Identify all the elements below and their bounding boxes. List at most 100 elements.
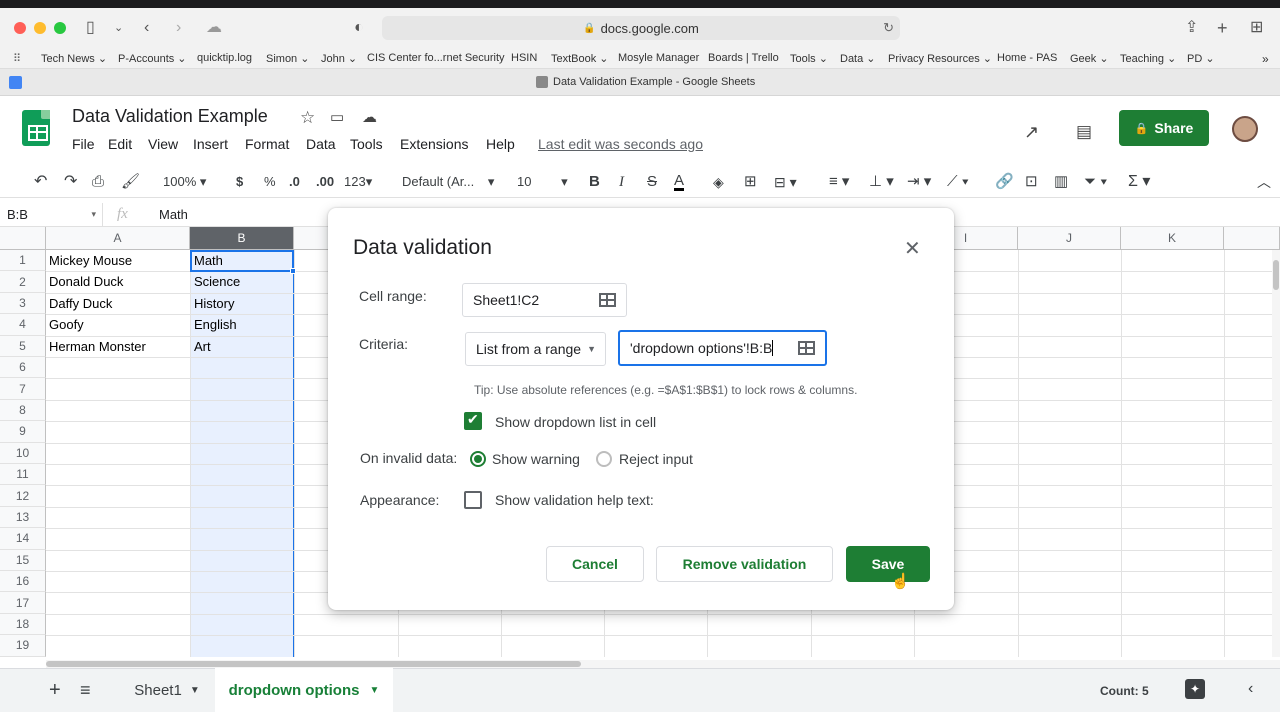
- row-header[interactable]: 17: [0, 592, 46, 614]
- vertical-scrollbar[interactable]: [1272, 250, 1280, 657]
- fill-color-icon[interactable]: ◈: [713, 174, 724, 190]
- show-dropdown-checkbox[interactable]: ✔: [464, 411, 482, 430]
- bookmark-item[interactable]: TextBook ⌄: [551, 52, 609, 65]
- cloud-icon[interactable]: ☁: [206, 18, 222, 38]
- number-format-select[interactable]: 123▾: [344, 174, 372, 190]
- column-header[interactable]: A: [46, 227, 190, 250]
- redo-icon[interactable]: ↷: [64, 174, 77, 190]
- cell-b1[interactable]: Math: [194, 250, 223, 271]
- new-tab-icon[interactable]: +: [1217, 18, 1228, 38]
- fill-handle[interactable]: [290, 268, 296, 274]
- vertical-scrollbar-thumb[interactable]: [1273, 260, 1279, 290]
- share-button[interactable]: 🔒 Share: [1119, 110, 1209, 146]
- borders-icon[interactable]: ⊞: [744, 174, 757, 190]
- criteria-range-input[interactable]: 'dropdown options'!B:B: [618, 330, 827, 366]
- font-select[interactable]: Default (Ar... ▾: [402, 174, 494, 190]
- menu-insert[interactable]: Insert: [193, 136, 228, 152]
- column-header-selected[interactable]: B: [190, 227, 294, 250]
- text-rotation-icon[interactable]: ⟋ ▾: [947, 174, 969, 190]
- cloud-status-icon[interactable]: ☁: [362, 108, 377, 126]
- star-icon[interactable]: ☆: [300, 108, 315, 128]
- remove-validation-button[interactable]: Remove validation: [656, 546, 833, 582]
- save-button[interactable]: Save: [846, 546, 930, 582]
- menu-view[interactable]: View: [148, 136, 178, 152]
- cell-b5[interactable]: Art: [194, 336, 211, 357]
- trend-icon[interactable]: ↗: [1024, 122, 1039, 143]
- percent-button[interactable]: %: [264, 174, 276, 190]
- cell-range-field[interactable]: Sheet1!C2: [462, 283, 627, 317]
- bookmark-item[interactable]: Boards | Trello: [708, 52, 779, 64]
- cell-a4[interactable]: Goofy: [49, 314, 84, 335]
- bookmark-item[interactable]: CIS Center fo...rnet Security: [367, 52, 505, 64]
- bookmark-item[interactable]: Geek ⌄: [1070, 52, 1109, 65]
- sheet-tab-dropdown-options[interactable]: dropdown options ▼: [215, 668, 393, 712]
- bold-button[interactable]: B: [589, 174, 600, 190]
- collapse-toolbar-icon[interactable]: ︿: [1257, 174, 1271, 190]
- italic-button[interactable]: I: [619, 174, 624, 190]
- strikethrough-button[interactable]: S: [647, 174, 657, 190]
- horizontal-scrollbar[interactable]: [46, 660, 1280, 668]
- last-edit-link[interactable]: Last edit was seconds ago: [538, 136, 703, 152]
- row-header[interactable]: 16: [0, 571, 46, 593]
- undo-icon[interactable]: ↶: [34, 174, 47, 190]
- bookmark-item[interactable]: quicktip.log: [197, 52, 252, 64]
- collapse-side-panel-icon[interactable]: ‹: [1248, 680, 1253, 698]
- back-icon[interactable]: ‹: [144, 18, 149, 38]
- chevron-down-icon[interactable]: ⌄: [114, 18, 123, 38]
- select-range-icon[interactable]: [599, 293, 616, 307]
- row-header[interactable]: 11: [0, 464, 46, 486]
- menu-data[interactable]: Data: [306, 136, 336, 152]
- url-bar[interactable]: 🔒 docs.google.com ↻: [382, 16, 900, 40]
- bookmark-item[interactable]: Privacy Resources ⌄: [888, 52, 992, 65]
- bookmark-item[interactable]: HSIN: [511, 52, 537, 64]
- row-header[interactable]: 10: [0, 442, 46, 464]
- currency-button[interactable]: $: [236, 174, 243, 190]
- select-all-corner[interactable]: [0, 227, 46, 250]
- help-text-checkbox[interactable]: [464, 491, 482, 509]
- row-header[interactable]: 8: [0, 399, 46, 422]
- paint-format-icon[interactable]: 🖌: [121, 174, 140, 190]
- select-range-icon[interactable]: [798, 341, 815, 355]
- cell-b4[interactable]: English: [194, 314, 237, 335]
- bookmark-item[interactable]: PD ⌄: [1187, 52, 1215, 65]
- menu-extensions[interactable]: Extensions: [400, 136, 468, 152]
- forward-icon[interactable]: ›: [176, 18, 181, 38]
- name-box[interactable]: B:B ▾: [0, 203, 103, 227]
- column-header[interactable]: K: [1121, 227, 1224, 250]
- maximize-window-button[interactable]: [54, 22, 66, 34]
- count-summary[interactable]: Count: 5: [1100, 684, 1149, 698]
- font-size-select[interactable]: 10 ▾: [517, 174, 568, 190]
- close-window-button[interactable]: [14, 22, 26, 34]
- column-header[interactable]: J: [1018, 227, 1121, 250]
- row-header[interactable]: 15: [0, 549, 46, 571]
- tab-overview-icon[interactable]: ⊞: [1250, 18, 1263, 38]
- insert-chart-icon[interactable]: ▥: [1054, 174, 1068, 190]
- bookmark-item[interactable]: Home - PAS: [997, 52, 1057, 64]
- menu-edit[interactable]: Edit: [108, 136, 132, 152]
- reject-input-radio[interactable]: [596, 451, 612, 467]
- row-header[interactable]: 5: [0, 335, 46, 357]
- doc-title[interactable]: Data Validation Example: [72, 106, 268, 127]
- bookmark-item[interactable]: Mosyle Manager: [618, 52, 699, 64]
- move-folder-icon[interactable]: ▭: [330, 108, 344, 126]
- browser-tab[interactable]: Data Validation Example - Google Sheets: [536, 76, 755, 88]
- all-sheets-icon[interactable]: ≡: [80, 680, 91, 701]
- bookmark-item[interactable]: John ⌄: [321, 52, 357, 65]
- menu-file[interactable]: File: [72, 136, 95, 152]
- share-page-icon[interactable]: ⇪: [1185, 18, 1198, 38]
- align-left-icon[interactable]: ≡ ▾: [829, 174, 849, 190]
- menu-format[interactable]: Format: [245, 136, 289, 152]
- comments-icon[interactable]: ▤: [1076, 122, 1092, 142]
- sheets-logo-icon[interactable]: [22, 110, 50, 146]
- row-header[interactable]: 14: [0, 528, 46, 550]
- row-header[interactable]: 1: [0, 250, 46, 272]
- bookmark-item[interactable]: Tools ⌄: [790, 52, 828, 65]
- menu-help[interactable]: Help: [486, 136, 515, 152]
- decrease-decimal-button[interactable]: .0: [289, 174, 300, 190]
- sheet-tab-sheet1[interactable]: Sheet1 ▼: [120, 669, 214, 712]
- text-color-button[interactable]: A: [674, 173, 685, 191]
- row-header[interactable]: 19: [0, 635, 46, 657]
- sidebar-icon[interactable]: ▯: [86, 18, 95, 38]
- menu-tools[interactable]: Tools: [350, 136, 383, 152]
- minimize-window-button[interactable]: [34, 22, 46, 34]
